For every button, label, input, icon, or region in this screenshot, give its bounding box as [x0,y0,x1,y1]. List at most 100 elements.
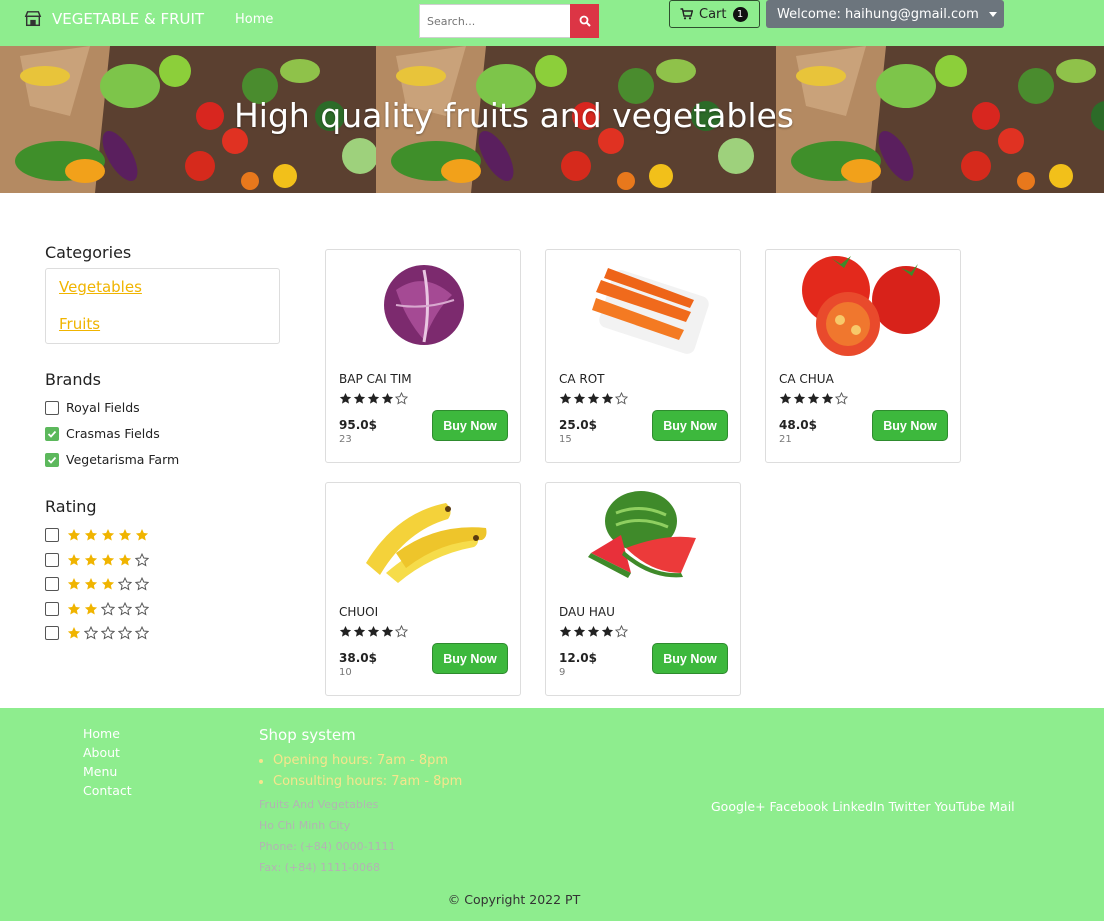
search-button[interactable] [570,4,599,38]
copyright: © Copyright 2022 PT [447,892,581,907]
product-card[interactable]: CHUOI 38.0$ 10 Buy Now [325,482,521,696]
check-icon [47,456,57,464]
star-empty-icon [135,552,149,567]
product-rating [339,625,408,638]
brand-filter-royal-fields[interactable]: Royal Fields [45,400,140,415]
star-filled-icon [135,529,149,541]
product-name: BAP CAI TIM [339,372,412,386]
cart-count-badge: 1 [732,6,748,22]
rating-stars [67,552,149,567]
brand-checkbox[interactable] [45,426,59,441]
star-filled-icon [367,392,380,404]
buy-now-button[interactable]: Buy Now [432,410,508,441]
footer-link-home[interactable]: Home [83,726,120,741]
social-links[interactable]: Google+ Facebook LinkedIn Twitter YouTub… [711,799,1015,814]
product-sold-count: 21 [779,434,792,445]
footer-link-contact[interactable]: Contact [83,783,132,798]
star-filled-icon [84,529,98,541]
brand-link[interactable]: VEGETABLE & FRUIT [24,10,204,28]
product-card[interactable]: CA CHUA 48.0$ 21 Buy Now [765,249,961,463]
product-card[interactable]: DAU HAU 12.0$ 9 Buy Now [545,482,741,696]
star-empty-icon [84,626,98,640]
buy-now-button[interactable]: Buy Now [652,643,728,674]
shop-city: Ho Chi Minh City [259,819,351,832]
user-menu-dropdown[interactable]: Welcome: haihung@gmail.com [766,0,1004,28]
product-card[interactable]: CA ROT 25.0$ 15 Buy Now [545,249,741,463]
star-filled-icon [101,529,115,541]
tomato-image [802,256,940,356]
rating-stars [67,528,149,542]
shop-system-heading: Shop system [259,726,356,744]
star-empty-icon [135,626,149,640]
product-name: CA CHUA [779,372,834,386]
footer-link-menu[interactable]: Menu [83,764,117,779]
star-empty-icon [118,626,132,640]
star-filled-icon [601,392,614,404]
buy-now-button[interactable]: Buy Now [432,643,508,674]
footer-link-about[interactable]: About [83,745,120,760]
red-cabbage-image [384,265,464,345]
star-filled-icon [821,392,834,404]
star-filled-icon [67,602,81,615]
category-link-fruits[interactable]: Fruits [59,315,100,333]
star-empty-icon [135,577,149,591]
product-rating [559,392,628,405]
category-link-vegetables[interactable]: Vegetables [59,278,142,296]
product-price: 12.0$ [559,651,597,665]
star-filled-icon [353,625,366,637]
brand-checkbox[interactable] [45,452,59,467]
star-filled-icon [367,625,380,637]
star-filled-icon [779,392,792,404]
brand-filter-vegetarisma-farm[interactable]: Vegetarisma Farm [45,452,179,467]
star-filled-icon [559,392,572,404]
rating-heading: Rating [45,497,97,516]
rating-filter-1-stars[interactable] [45,626,149,640]
product-price: 95.0$ [339,418,377,432]
star-empty-icon [101,626,115,640]
nav-home-link[interactable]: Home [235,12,273,27]
star-empty-icon [118,577,132,591]
rating-filter-2-stars[interactable] [45,601,149,616]
product-name: CA ROT [559,372,605,386]
product-card[interactable]: BAP CAI TIM 95.0$ 23 Buy Now [325,249,521,463]
rating-checkbox[interactable] [45,552,59,567]
product-sold-count: 10 [339,667,352,678]
star-filled-icon [601,625,614,637]
rating-filter-3-stars[interactable] [45,577,149,591]
search-icon [579,15,591,27]
rating-filter-5-stars[interactable] [45,528,149,542]
product-sold-count: 15 [559,434,572,445]
buy-now-button[interactable]: Buy Now [652,410,728,441]
star-filled-icon [339,625,352,637]
brand-filter-crasmas-fields[interactable]: Crasmas Fields [45,426,160,441]
chevron-down-icon [988,11,997,17]
rating-checkbox[interactable] [45,601,59,616]
brands-heading: Brands [45,370,101,389]
product-rating [339,392,408,405]
rating-filter-4-stars[interactable] [45,552,149,567]
star-empty-icon [395,625,408,638]
rating-stars [67,577,149,591]
rating-stars [67,601,149,616]
consulting-hours: Consulting hours: 7am - 8pm [259,774,462,789]
rating-checkbox[interactable] [45,577,59,591]
star-filled-icon [573,392,586,404]
cart-button[interactable]: Cart 1 [669,0,760,28]
cart-label: Cart [699,6,727,22]
rating-checkbox[interactable] [45,626,59,640]
brand-checkbox[interactable] [45,400,59,415]
star-filled-icon [101,578,115,590]
star-empty-icon [395,392,408,405]
star-empty-icon [101,601,115,616]
star-filled-icon [353,392,366,404]
search-input[interactable] [419,4,570,38]
banner-title: High quality fruits and vegetables [233,96,795,135]
star-filled-icon [793,392,806,404]
rating-checkbox[interactable] [45,528,59,542]
buy-now-button[interactable]: Buy Now [872,410,948,441]
brand-label: Vegetarisma Farm [66,452,180,467]
shop-name: Fruits And Vegetables [259,798,379,811]
banana-image [356,483,506,583]
star-empty-icon [615,625,628,638]
opening-hours: Opening hours: 7am - 8pm [259,753,448,768]
